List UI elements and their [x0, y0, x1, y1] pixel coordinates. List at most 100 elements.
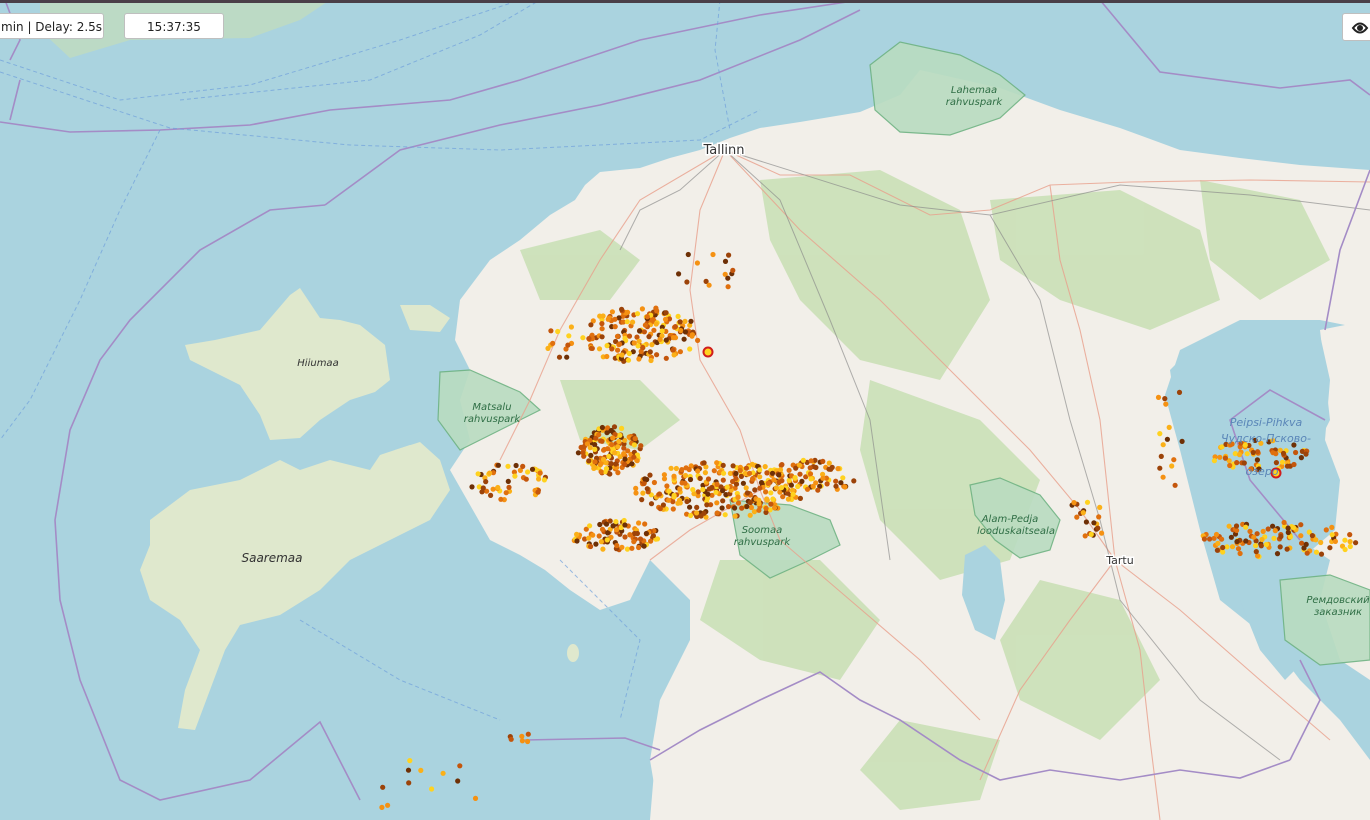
strike-dot — [1201, 536, 1207, 542]
strike-dot — [469, 484, 475, 490]
strike-dot — [506, 484, 512, 490]
strike-dot — [617, 432, 623, 438]
strike-dot — [657, 506, 663, 512]
strike-dot — [1228, 534, 1234, 540]
strike-dot — [1270, 523, 1276, 529]
strike-dot — [1160, 442, 1166, 448]
label-saaremaa: Saaremaa — [241, 551, 302, 565]
strike-dot — [597, 462, 604, 468]
strike-dot — [824, 481, 830, 487]
strike-dot — [725, 275, 731, 281]
strike-dot — [631, 442, 638, 448]
strike-dot — [596, 346, 603, 352]
strike-dot — [1253, 549, 1259, 555]
strike-dot — [694, 504, 700, 510]
strike-dot — [683, 465, 689, 471]
strike-dot — [622, 461, 628, 467]
strike-dot — [603, 466, 610, 472]
strike-dot — [621, 451, 627, 457]
label-lahemaa-1: Lahemaa — [951, 85, 997, 96]
strike-dot — [1157, 431, 1163, 437]
layers-toggle-button[interactable] — [1342, 13, 1370, 41]
strike-dot — [587, 523, 593, 529]
strike-dot — [615, 444, 621, 450]
strike-dot — [1263, 541, 1269, 548]
strike-dot — [1166, 424, 1172, 430]
strike-dot — [1329, 532, 1335, 538]
top-bar — [0, 0, 1370, 3]
strike-dot — [604, 537, 610, 543]
strike-dot — [743, 465, 750, 471]
strike-dot — [633, 485, 639, 491]
strike-dot — [677, 349, 684, 355]
strike-dot — [1299, 540, 1305, 546]
strike-dot — [1163, 401, 1169, 407]
strike-dot — [722, 258, 729, 264]
strike-dot — [648, 357, 654, 364]
strike-dot — [592, 465, 598, 471]
label-lahemaa-2: rahvuspark — [946, 97, 1004, 108]
strike-dot — [1313, 537, 1319, 543]
strike-dot — [735, 494, 741, 500]
strike-dot — [608, 461, 614, 467]
strike-dot — [792, 475, 798, 481]
strike-dot — [1347, 543, 1353, 550]
strike-dot — [1211, 458, 1217, 464]
strike-dot — [633, 490, 639, 496]
strike-dot — [610, 435, 616, 441]
strike-dot — [1229, 544, 1236, 550]
strike-dot — [672, 324, 679, 330]
strike-dot — [556, 354, 563, 360]
strike-dot — [1097, 504, 1103, 510]
strike-dot — [636, 356, 642, 362]
strike-dot — [642, 322, 649, 328]
strike-dot — [508, 736, 514, 742]
label-matsalu-1: Matsalu — [472, 402, 511, 413]
strike-dot — [1099, 530, 1105, 536]
strike-dot — [519, 733, 525, 739]
strike-dot — [610, 523, 616, 529]
strike-dot — [1222, 455, 1228, 461]
strike-dot — [756, 497, 762, 503]
strike-dot — [1279, 459, 1286, 465]
strike-dot — [1155, 394, 1162, 400]
strike-dot — [566, 333, 572, 339]
strike-dot — [616, 341, 623, 347]
strike-dot — [574, 538, 580, 544]
label-tartu: Tartu — [1105, 554, 1133, 567]
strike-dot — [779, 478, 785, 484]
strike-dot — [788, 482, 795, 488]
strike-dot — [688, 512, 694, 519]
strike-dot — [619, 425, 625, 431]
strike-dot — [659, 328, 665, 334]
strike-dot — [599, 334, 605, 340]
strike-dot — [1281, 519, 1287, 526]
strike-dot — [621, 445, 627, 451]
strike-dot — [1284, 463, 1291, 469]
map-canvas[interactable]: Tallinn Lahemaa rahvuspark Hiiumaa Matsa… — [0, 0, 1370, 820]
strike-dot — [475, 471, 481, 477]
strike-dot — [588, 322, 594, 328]
strike-dot — [480, 485, 486, 491]
strike-dot — [777, 467, 784, 473]
strike-dot — [607, 471, 613, 477]
strike-dot — [644, 486, 650, 492]
strike-dot — [1169, 463, 1175, 469]
strike-dot — [1318, 539, 1324, 546]
strike-dot — [650, 533, 657, 539]
strike-dot — [1293, 449, 1299, 456]
strike-dot — [768, 501, 774, 507]
strike-dot — [769, 470, 776, 476]
strike-dot — [599, 321, 605, 327]
strike-dot — [732, 505, 738, 511]
strike-dot — [653, 321, 659, 327]
strike-dot — [622, 522, 628, 528]
strike-dot — [574, 531, 580, 538]
strike-dot — [657, 336, 663, 342]
strike-dot — [1220, 544, 1226, 551]
strike-dot — [1207, 536, 1213, 542]
strike-dot — [637, 536, 644, 542]
strike-dot — [1234, 539, 1240, 545]
strike-dot — [565, 342, 571, 348]
strike-dot — [671, 494, 677, 500]
